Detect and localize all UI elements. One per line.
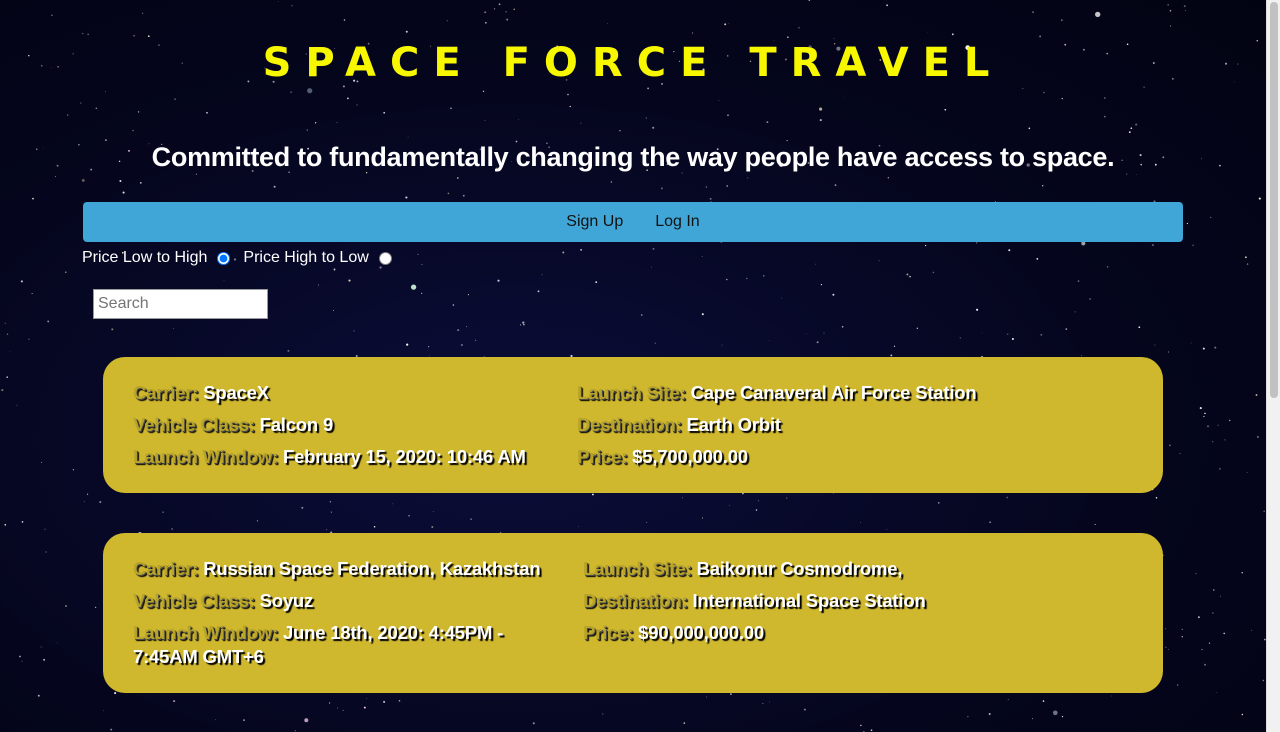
flight-details-left: Carrier: SpaceX Vehicle Class: Falcon 9 … (133, 377, 573, 473)
price-label: Price: (577, 446, 628, 467)
destination-label: Destination: (577, 414, 682, 435)
destination-line: Destination: International Space Station (583, 585, 1133, 617)
price-label: Price: (583, 622, 634, 643)
price-value: $5,700,000.00 (632, 446, 748, 467)
launch-window-value: February 15, 2020: 10:46 AM (282, 446, 526, 467)
flight-card: Carrier: SpaceX Vehicle Class: Falcon 9 … (103, 357, 1163, 493)
carrier-value: Russian Space Federation, Kazakhstan (203, 558, 541, 579)
navbar: Sign Up Log In (83, 202, 1183, 242)
search-input[interactable] (93, 289, 268, 319)
destination-line: Destination: Earth Orbit (577, 409, 1137, 441)
destination-label: Destination: (583, 590, 688, 611)
launch-site-label: Launch Site: (577, 382, 686, 403)
launch-site-value: Cape Canaveral Air Force Station (690, 382, 977, 403)
site-title: SPACE FORCE TRAVEL (262, 40, 1004, 86)
carrier-line: Carrier: SpaceX (133, 377, 573, 409)
price-line: Price: $90,000,000.00 (583, 617, 1133, 649)
destination-value: Earth Orbit (686, 414, 781, 435)
sign-up-link[interactable]: Sign Up (566, 213, 623, 231)
flight-details-right: Launch Site: Baikonur Cosmodrome, Destin… (583, 553, 1133, 649)
flight-card: Carrier: Russian Space Federation, Kazak… (103, 533, 1163, 693)
launch-site-line: Launch Site: Cape Canaveral Air Force St… (577, 377, 1137, 409)
sort-options: Price Low to High Price High to Low (82, 249, 405, 267)
sort-high-to-low-label: Price High to Low (243, 249, 369, 266)
launch-site-value: Baikonur Cosmodrome, (696, 558, 903, 579)
sort-low-to-high-radio[interactable] (217, 251, 231, 265)
price-line: Price: $5,700,000.00 (577, 441, 1137, 473)
launch-site-line: Launch Site: Baikonur Cosmodrome, (583, 553, 1133, 585)
vehicle-class-value: Falcon 9 (259, 414, 334, 435)
vehicle-class-line: Vehicle Class: Falcon 9 (133, 409, 573, 441)
launch-window-label: Launch Window: (133, 622, 279, 643)
tagline: Committed to fundamentally changing the … (151, 142, 1115, 172)
sort-high-to-low-radio[interactable] (378, 251, 392, 265)
carrier-label: Carrier: (133, 382, 199, 403)
launch-window-line: Launch Window: February 15, 2020: 10:46 … (133, 441, 573, 473)
launch-site-label: Launch Site: (583, 558, 692, 579)
carrier-value: SpaceX (203, 382, 269, 403)
carrier-line: Carrier: Russian Space Federation, Kazak… (133, 553, 553, 585)
price-value: $90,000,000.00 (638, 622, 764, 643)
launch-window-line: Launch Window: June 18th, 2020: 4:45PM -… (133, 621, 553, 669)
flight-details-left: Carrier: Russian Space Federation, Kazak… (133, 553, 553, 669)
vehicle-class-label: Vehicle Class: (133, 590, 255, 611)
log-in-link[interactable]: Log In (655, 213, 699, 231)
vertical-scrollbar[interactable] (1266, 0, 1280, 732)
vehicle-class-label: Vehicle Class: (133, 414, 255, 435)
vehicle-class-line: Vehicle Class: Soyuz (133, 585, 553, 617)
flight-details-right: Launch Site: Cape Canaveral Air Force St… (577, 377, 1137, 473)
destination-value: International Space Station (692, 590, 926, 611)
launch-window-label: Launch Window: (133, 446, 279, 467)
scrollbar-thumb[interactable] (1270, 2, 1278, 398)
sort-low-to-high-label: Price Low to High (82, 249, 208, 266)
vehicle-class-value: Soyuz (259, 590, 314, 611)
carrier-label: Carrier: (133, 558, 199, 579)
